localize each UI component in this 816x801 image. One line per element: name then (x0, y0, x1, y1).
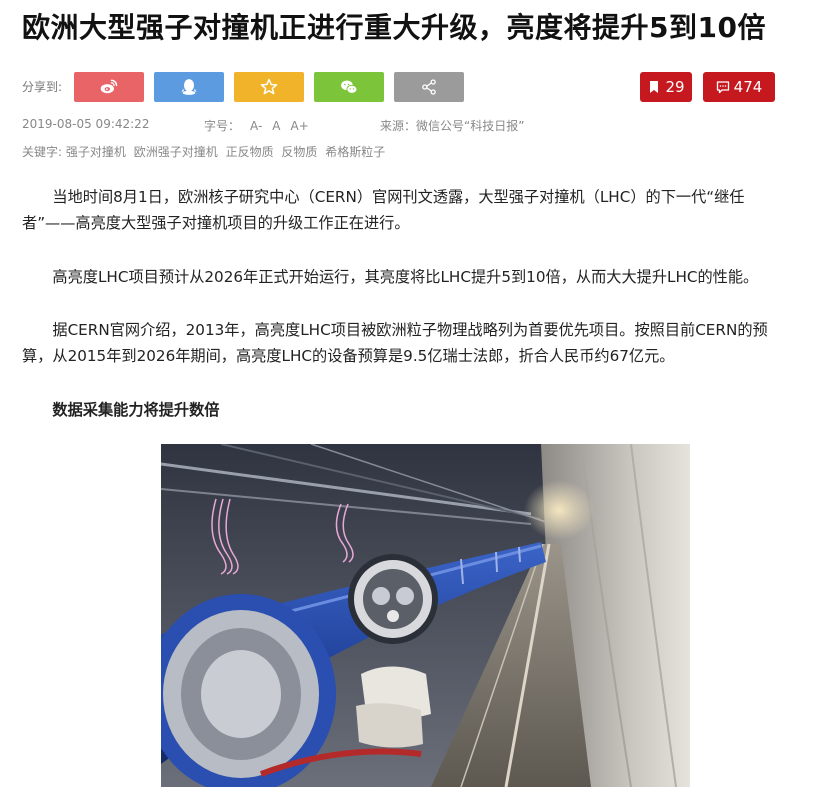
lhc-tunnel-photo (161, 444, 690, 787)
share-more-button[interactable] (394, 72, 464, 102)
keyword-link[interactable]: 欧洲强子对撞机 (134, 145, 218, 159)
font-size-smaller[interactable]: A- (250, 119, 262, 133)
keyword-link[interactable]: 反物质 (281, 145, 317, 159)
keyword-link[interactable]: 正反物质 (226, 145, 274, 159)
keyword-link[interactable]: 强子对撞机 (66, 145, 126, 159)
article-paragraph: 高亮度LHC项目预计从2026年正式开始运行，其亮度将比LHC提升5到10倍，从… (52, 268, 759, 286)
keywords-row: 关键字: 强子对撞机 欧洲强子对撞机 正反物质 反物质 希格斯粒子 (22, 143, 389, 160)
weibo-icon (100, 79, 118, 94)
article-title: 欧洲大型强子对撞机正进行重大升级，亮度将提升5到10倍 (22, 11, 766, 44)
article-subheading: 数据采集能力将提升数倍 (52, 401, 220, 419)
publish-date: 2019-08-05 09:42:22 (22, 117, 150, 131)
bookmark-icon (650, 81, 659, 93)
share-qq-button[interactable] (154, 72, 224, 102)
share-wechat-button[interactable] (314, 72, 384, 102)
article-source: 来源：微信公号“科技日报” (380, 119, 525, 133)
article-paragraph: 当地时间8月1日，欧洲核子研究中心（CERN）官网刊文透露，大型强子对撞机（LH… (22, 188, 745, 232)
lhc-tunnel-illustration (161, 444, 690, 787)
comment-count: 474 (733, 78, 763, 96)
bookmark-count-button[interactable]: 29 (640, 72, 692, 102)
font-size-normal[interactable]: A (272, 119, 280, 133)
keyword-link[interactable]: 希格斯粒子 (325, 145, 385, 159)
share-favorite-button[interactable] (234, 72, 304, 102)
share-bar: 分享到: 29 474 (22, 72, 782, 102)
font-size-larger[interactable]: A+ (291, 119, 309, 133)
qq-penguin-icon (181, 79, 197, 95)
article-paragraph: 据CERN官网介绍，2013年，高亮度LHC项目被欧洲粒子物理战略列为首要优先项… (22, 321, 768, 365)
share-icon (422, 79, 436, 95)
comment-count-button[interactable]: 474 (703, 72, 775, 102)
share-label: 分享到: (22, 80, 63, 94)
share-weibo-button[interactable] (74, 72, 144, 102)
wechat-icon (341, 80, 358, 94)
font-size-control: 字号： A- A A+ (204, 117, 319, 134)
article-meta: 2019-08-05 09:42:22 字号： A- A A+ 来源：微信公号“科技日… (22, 117, 782, 133)
font-size-label: 字号： (204, 119, 241, 133)
bookmark-count: 29 (665, 78, 685, 96)
article-body: 当地时间8月1日，欧洲核子研究中心（CERN）官网刊文透露，大型强子对撞机（LH… (22, 184, 790, 451)
keywords-label: 关键字: (22, 145, 63, 159)
comment-icon (716, 81, 729, 94)
star-icon (260, 78, 278, 95)
